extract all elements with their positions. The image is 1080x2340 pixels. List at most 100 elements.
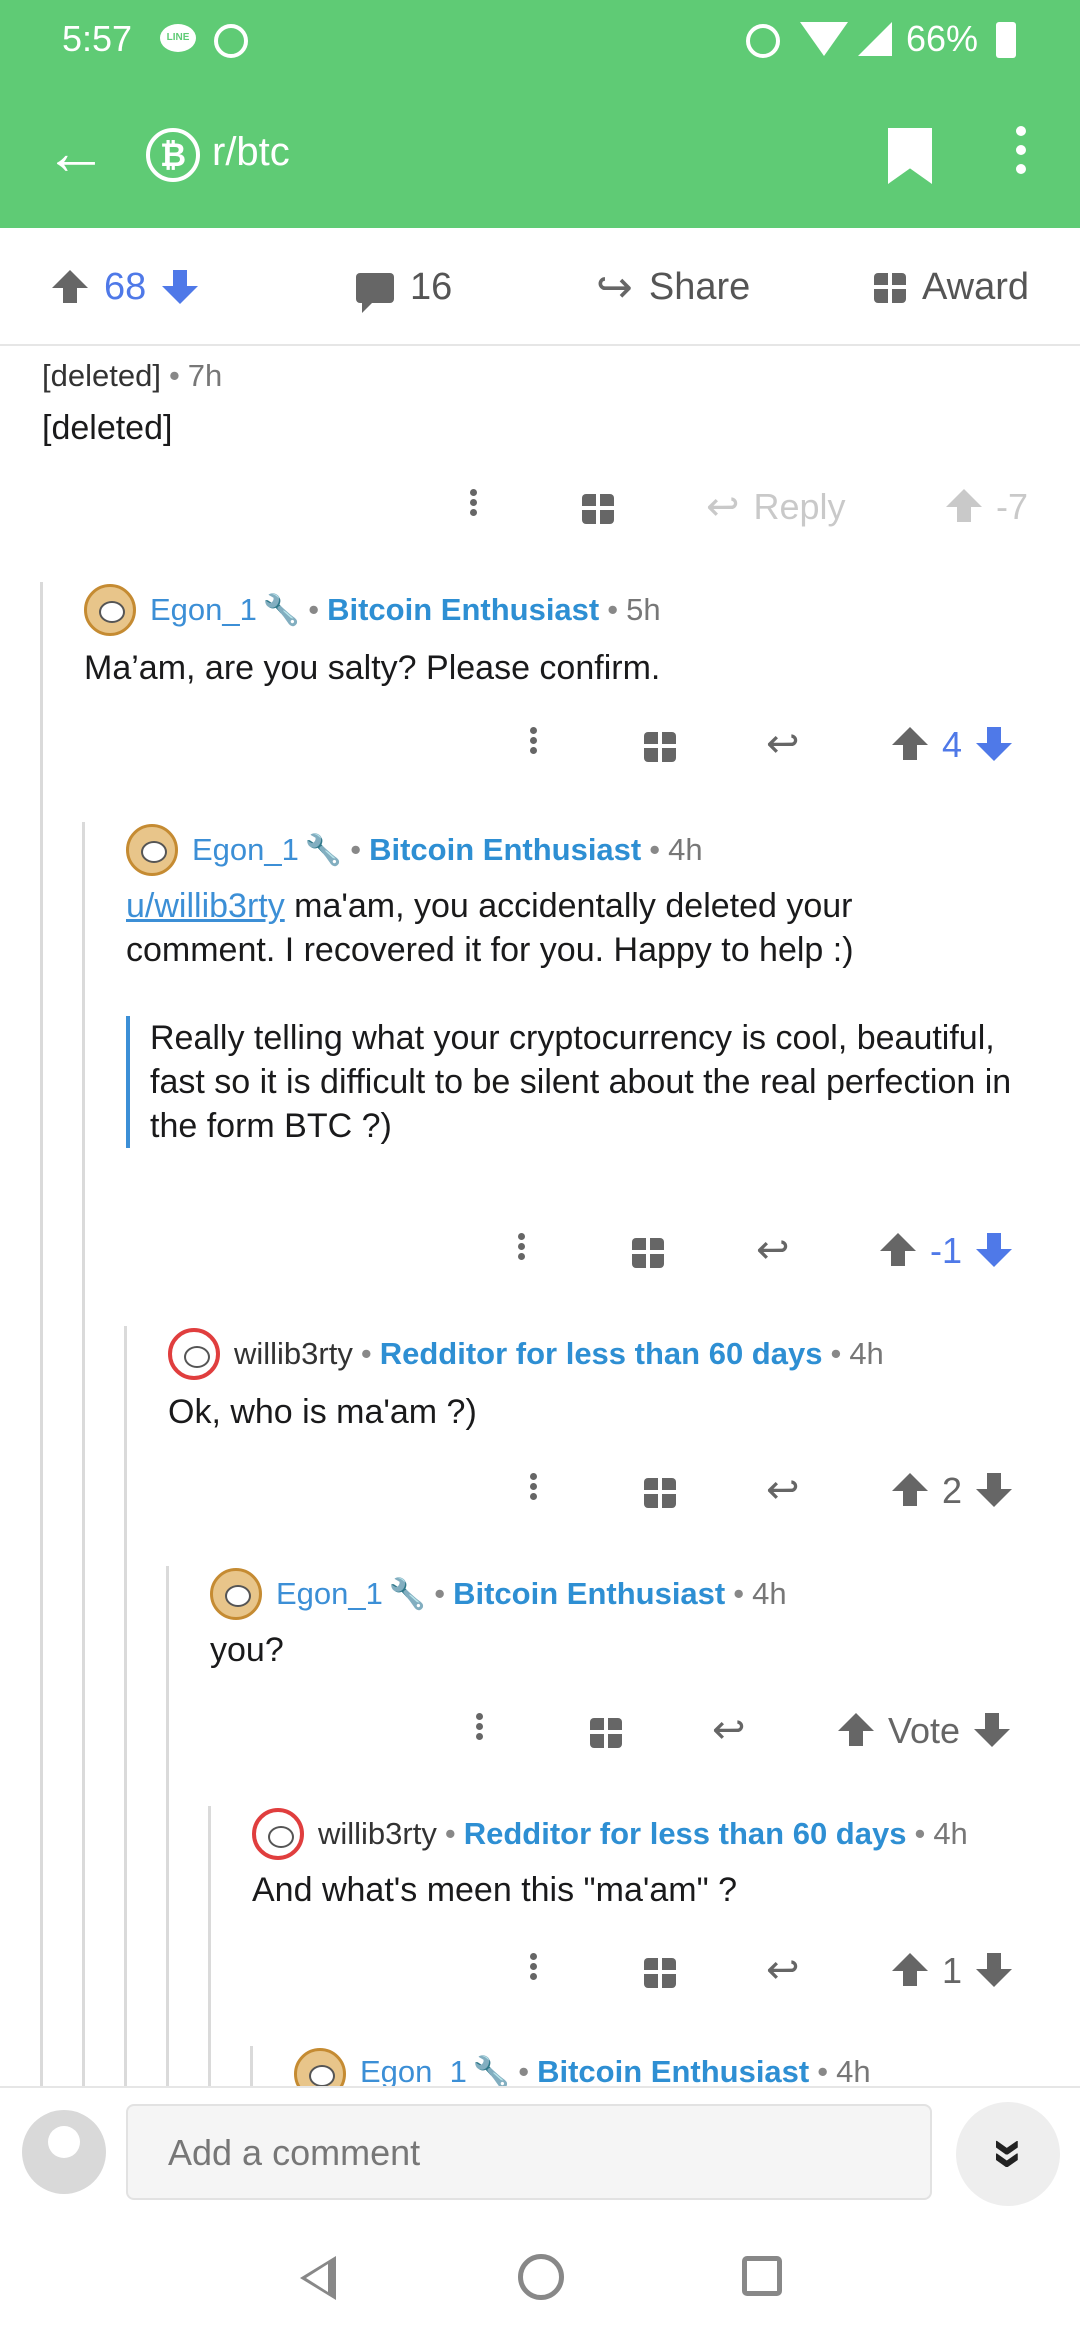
- reply-icon[interactable]: ↩: [766, 1950, 800, 1990]
- user-flair: Bitcoin Enthusiast: [369, 832, 642, 867]
- more-options-icon[interactable]: [470, 486, 477, 519]
- comment-author[interactable]: willib3rty: [318, 1816, 437, 1852]
- upvote-icon[interactable]: [892, 1953, 928, 1989]
- reply-button[interactable]: ↩ Reply: [706, 486, 846, 528]
- line-app-icon: LINE: [160, 24, 196, 52]
- thread-line[interactable]: [40, 582, 43, 2086]
- thread-line[interactable]: [166, 1566, 169, 2086]
- user-mention-link[interactable]: u/willib3rty: [126, 887, 285, 925]
- avatar[interactable]: [126, 824, 178, 876]
- upvote-icon[interactable]: [946, 489, 982, 525]
- user-flair: Redditor for less than 60 days: [379, 1336, 823, 1371]
- comment-score: -1: [930, 1230, 963, 1271]
- thread-line[interactable]: [208, 1806, 211, 2086]
- status-time: 5:57: [62, 18, 133, 59]
- comment-time: 4h: [836, 2054, 871, 2089]
- bookmark-icon[interactable]: [888, 128, 932, 184]
- downvote-icon[interactable]: [976, 727, 1013, 763]
- thread-line[interactable]: [250, 2046, 253, 2086]
- comment-body: [deleted]: [42, 409, 173, 447]
- comments-button[interactable]: 16: [356, 266, 452, 313]
- award-label: Award: [922, 266, 1030, 308]
- award-icon[interactable]: [644, 732, 676, 762]
- comment-score: 1: [942, 1950, 963, 1991]
- post-vote-group: 68: [52, 266, 199, 309]
- comment-author[interactable]: Egon_1: [360, 2054, 467, 2090]
- downvote-icon[interactable]: [976, 1953, 1013, 1989]
- downvote-icon[interactable]: [976, 1473, 1013, 1509]
- comment-meta: willib3rty • Redditor for less than 60 d…: [318, 1816, 968, 1852]
- more-options-icon[interactable]: [476, 1710, 483, 1743]
- reply-icon[interactable]: ↩: [766, 724, 800, 764]
- comment-vote[interactable]: -7: [946, 486, 1028, 528]
- more-options-icon[interactable]: [530, 1470, 537, 1503]
- wrench-icon: 🔧: [472, 2055, 511, 2089]
- avatar[interactable]: [168, 1328, 220, 1380]
- upvote-icon[interactable]: [52, 269, 88, 306]
- comment-score: -7: [996, 486, 1029, 527]
- comment-time: 4h: [752, 1576, 787, 1611]
- gift-icon: [874, 272, 906, 303]
- wrench-icon: 🔧: [388, 1577, 427, 1611]
- avatar[interactable]: [210, 1568, 262, 1620]
- comment-author[interactable]: Egon_1: [192, 832, 299, 868]
- downvote-icon[interactable]: [162, 269, 199, 306]
- user-flair: Bitcoin Enthusiast: [537, 2054, 810, 2089]
- award-icon[interactable]: [644, 1478, 676, 1508]
- avatar[interactable]: [252, 1808, 304, 1860]
- comment-score: 4: [942, 724, 963, 765]
- upvote-icon[interactable]: [892, 727, 928, 763]
- comment-author[interactable]: Egon_1: [150, 592, 257, 628]
- reply-icon[interactable]: ↩: [766, 1470, 800, 1510]
- more-options-icon[interactable]: [518, 1230, 525, 1263]
- share-label: Share: [648, 266, 751, 308]
- comment-actions: ↩ 2: [0, 1470, 1080, 1520]
- downvote-icon[interactable]: [976, 1233, 1013, 1269]
- award-icon[interactable]: [582, 494, 614, 524]
- user-flair: Bitcoin Enthusiast: [327, 592, 600, 627]
- more-options-icon[interactable]: [530, 1950, 537, 1983]
- subreddit-name[interactable]: r/btc: [212, 130, 290, 175]
- award-button[interactable]: Award: [874, 266, 1029, 309]
- reply-label: Reply: [753, 486, 846, 527]
- comment-author[interactable]: [deleted]: [42, 358, 161, 394]
- downvote-icon[interactable]: [974, 1713, 1011, 1749]
- upvote-icon[interactable]: [892, 1473, 928, 1509]
- nav-home-icon[interactable]: [518, 2254, 564, 2300]
- comment-time: 7h: [187, 358, 223, 393]
- overflow-menu-icon[interactable]: [1016, 126, 1028, 183]
- comment-time: 4h: [933, 1816, 968, 1851]
- nav-recents-icon[interactable]: [742, 2256, 782, 2296]
- more-options-icon[interactable]: [530, 724, 537, 757]
- comment-author[interactable]: Egon_1: [276, 1576, 383, 1612]
- thread-line[interactable]: [82, 822, 85, 2086]
- user-avatar[interactable]: [22, 2110, 106, 2194]
- reply-icon[interactable]: ↩: [712, 1710, 746, 1750]
- comment-meta: Egon_1 🔧 • Bitcoin Enthusiast • 4h: [276, 1576, 787, 1612]
- comment-meta: Egon_1 🔧 • Bitcoin Enthusiast • 4h: [360, 2054, 871, 2090]
- battery-icon: [996, 22, 1016, 58]
- comment-vote: 4: [892, 724, 1013, 766]
- comment-actions: ↩ -1: [0, 1230, 1080, 1280]
- add-comment-input[interactable]: Add a comment: [126, 2104, 932, 2200]
- vote-label: Vote: [888, 1710, 961, 1751]
- avatar[interactable]: [84, 584, 136, 636]
- comment-time: 5h: [626, 592, 661, 627]
- award-icon[interactable]: [644, 1958, 676, 1988]
- back-arrow-icon[interactable]: ←: [44, 120, 108, 184]
- share-button[interactable]: ↪ Share: [596, 265, 751, 309]
- comment-body: you?: [210, 1631, 284, 1669]
- subreddit-icon[interactable]: ₿: [146, 128, 200, 182]
- comment-meta: Egon_1 🔧 • Bitcoin Enthusiast • 5h: [150, 592, 661, 628]
- award-icon[interactable]: [632, 1238, 664, 1268]
- comment-actions: ↩ 4: [0, 724, 1080, 774]
- upvote-icon[interactable]: [838, 1713, 874, 1749]
- reply-icon[interactable]: ↩: [756, 1230, 790, 1270]
- nav-back-icon[interactable]: [300, 2256, 336, 2300]
- comment-author[interactable]: willib3rty: [234, 1336, 353, 1372]
- upvote-icon[interactable]: [880, 1233, 916, 1269]
- award-icon[interactable]: [590, 1718, 622, 1748]
- chevron-double-down-icon[interactable]: »: [956, 2102, 1060, 2206]
- comment-score: 2: [942, 1470, 963, 1511]
- alarm-icon: [746, 24, 780, 58]
